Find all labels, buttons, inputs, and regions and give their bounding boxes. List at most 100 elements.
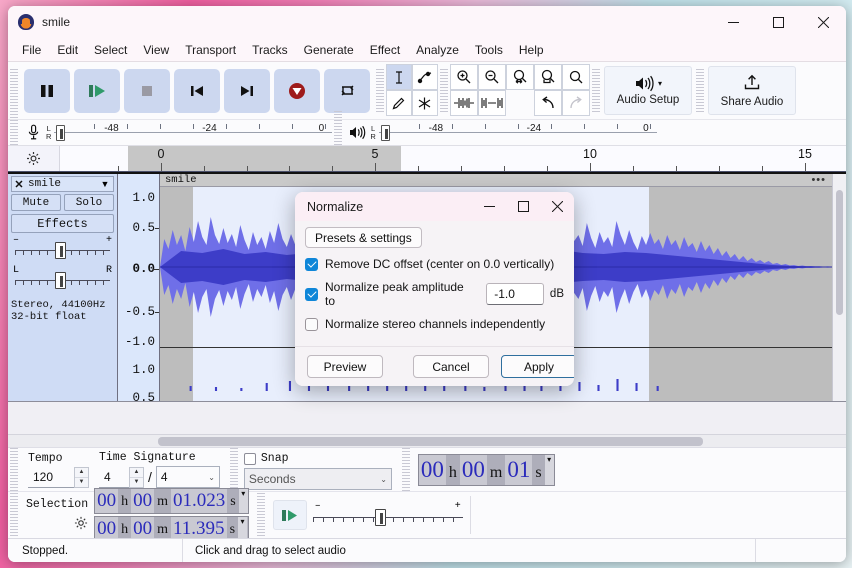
preview-button[interactable]: Preview <box>307 355 383 378</box>
normalize-stereo-row[interactable]: Normalize stereo channels independently <box>305 317 564 331</box>
pause-button[interactable] <box>24 68 70 113</box>
audio-position-grip[interactable] <box>401 447 410 492</box>
envelope-tool[interactable] <box>411 64 438 90</box>
stop-button[interactable] <box>124 68 170 113</box>
share-audio-grip[interactable] <box>696 68 704 113</box>
dialog-minimize-button[interactable] <box>472 192 506 221</box>
zoom-toggle-button[interactable] <box>561 64 590 90</box>
track-close-button[interactable]: ✕ <box>12 178 26 191</box>
record-meter-slider[interactable] <box>56 124 66 141</box>
track-name[interactable]: smile <box>26 178 97 190</box>
skip-to-start-button[interactable] <box>174 68 220 113</box>
apply-button[interactable]: Apply <box>501 355 574 378</box>
snap-checkbox[interactable] <box>243 452 256 465</box>
zoom-out-button[interactable] <box>477 64 506 90</box>
audio-setup-grip[interactable] <box>592 68 600 113</box>
menu-generate[interactable]: Generate <box>296 40 362 60</box>
skip-to-end-button[interactable] <box>224 68 270 113</box>
menu-file[interactable]: File <box>14 40 49 60</box>
presets-settings-button[interactable]: Presets & settings <box>305 227 422 248</box>
track-pan-slider[interactable]: L R <box>11 265 114 293</box>
vertical-scrollbar-thumb[interactable] <box>836 190 843 315</box>
time-sig-upper-stepper[interactable]: ▲ ▼ <box>129 466 144 488</box>
gain-slider-thumb[interactable] <box>55 242 66 259</box>
vertical-scrollbar[interactable] <box>832 174 846 401</box>
pan-slider-thumb[interactable] <box>55 272 66 289</box>
play-speed-slider[interactable]: – + <box>312 501 463 529</box>
remove-dc-offset-checkbox[interactable] <box>305 257 318 271</box>
fit-selection-button[interactable] <box>505 64 534 90</box>
peak-amplitude-input[interactable]: -1.0 <box>486 283 544 305</box>
redo-button[interactable] <box>561 90 590 116</box>
window-maximize-button[interactable] <box>756 6 801 38</box>
play-meter[interactable]: LR -48 -24 0 <box>344 120 657 145</box>
time-signature-grip[interactable] <box>10 447 18 492</box>
horizontal-scrollbar[interactable] <box>8 434 846 447</box>
play-at-speed-button[interactable] <box>272 500 307 530</box>
record-button[interactable] <box>274 68 320 113</box>
track-mute-button[interactable]: Mute <box>11 194 61 211</box>
speed-slider-thumb[interactable] <box>374 509 386 526</box>
selection-start-display[interactable]: 00 h 00 m 01.023 s ▾ <box>94 488 249 514</box>
menu-view[interactable]: View <box>135 40 177 60</box>
timeline-ruler[interactable]: 0 5 10 15 <box>60 146 846 171</box>
audio-position-display[interactable]: 00 h 00 m 01 s ▾ <box>417 453 555 486</box>
track-vertical-ruler[interactable]: 1.0 0.5 0.0 -0.5 -1.0 1.0 0.5 <box>118 174 160 405</box>
time-sig-upper-field[interactable]: 4 ▲ ▼ <box>99 466 144 488</box>
selection-tool[interactable] <box>385 64 412 90</box>
tempo-field[interactable]: 120 ▲ ▼ <box>28 466 89 488</box>
menu-effect[interactable]: Effect <box>362 40 408 60</box>
dialog-close-button[interactable] <box>540 192 574 221</box>
draw-tool[interactable] <box>385 90 412 116</box>
snap-toolbar-grip[interactable] <box>229 447 238 492</box>
window-minimize-button[interactable] <box>711 6 756 38</box>
time-sig-lower-select[interactable]: 4 ⌄ <box>155 466 220 488</box>
menu-help[interactable]: Help <box>511 40 552 60</box>
selection-toolbar-grip[interactable] <box>10 493 18 537</box>
silence-audio-button[interactable] <box>477 90 506 116</box>
dialog-maximize-button[interactable] <box>506 192 540 221</box>
record-meter[interactable]: LR -48 -24 0 <box>20 120 333 145</box>
fit-project-button[interactable] <box>533 64 562 90</box>
play-meter-slider[interactable] <box>380 124 390 141</box>
track-effects-button[interactable]: Effects <box>11 214 114 233</box>
menu-edit[interactable]: Edit <box>49 40 86 60</box>
cancel-button[interactable]: Cancel <box>413 355 489 378</box>
window-close-button[interactable] <box>801 6 846 38</box>
menu-tools[interactable]: Tools <box>467 40 511 60</box>
audio-setup-button[interactable]: ▾ Audio Setup <box>604 66 692 115</box>
menu-tracks[interactable]: Tracks <box>244 40 296 60</box>
transport-toolbar-grip[interactable] <box>10 68 18 113</box>
track-solo-button[interactable]: Solo <box>64 194 114 211</box>
tools-toolbar-grip[interactable] <box>376 68 384 113</box>
track-gain-slider[interactable]: – + <box>11 235 114 263</box>
clip-header[interactable]: smile ••• <box>160 174 832 187</box>
undo-button[interactable] <box>533 90 562 116</box>
selection-start-caret-icon[interactable]: ▾ <box>238 489 248 513</box>
share-audio-button[interactable]: Share Audio <box>708 66 796 115</box>
play-button[interactable] <box>74 68 120 113</box>
normalize-stereo-checkbox[interactable] <box>305 317 318 331</box>
track-menu-caret-icon[interactable]: ▼ <box>97 179 113 189</box>
tempo-value[interactable]: 120 <box>28 466 74 488</box>
clip-menu-icon[interactable]: ••• <box>811 175 826 186</box>
menu-transport[interactable]: Transport <box>177 40 244 60</box>
remove-dc-offset-row[interactable]: Remove DC offset (center on 0.0 vertical… <box>305 257 564 271</box>
loop-button[interactable] <box>324 68 370 113</box>
normalize-peak-row[interactable]: Normalize peak amplitude to -1.0 dB <box>305 280 564 308</box>
horizontal-scrollbar-thumb[interactable] <box>158 437 703 446</box>
loop-region[interactable] <box>128 146 401 171</box>
zoom-in-button[interactable] <box>449 64 478 90</box>
trim-audio-button[interactable] <box>449 90 478 116</box>
multi-tool[interactable] <box>411 90 438 116</box>
timeline-options-icon[interactable] <box>8 146 60 171</box>
menu-select[interactable]: Select <box>86 40 135 60</box>
selection-options-icon[interactable] <box>74 516 88 533</box>
normalize-peak-checkbox[interactable] <box>305 287 318 301</box>
edit-toolbar-grip[interactable] <box>440 68 448 113</box>
snap-mode-select[interactable]: Seconds ⌄ <box>243 468 392 490</box>
time-sig-upper-value[interactable]: 4 <box>99 466 129 488</box>
menu-analyze[interactable]: Analyze <box>408 40 467 60</box>
tempo-stepper[interactable]: ▲ ▼ <box>74 466 89 488</box>
audio-position-caret-icon[interactable]: ▾ <box>544 454 554 485</box>
